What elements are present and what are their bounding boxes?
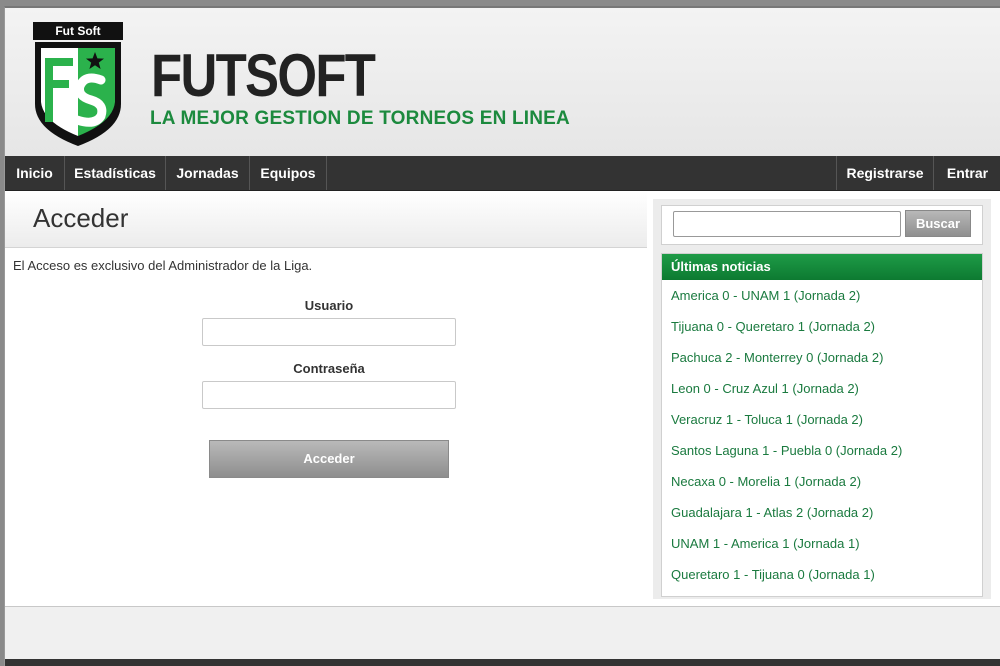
page-header: Acceder: [5, 191, 647, 248]
nav-entrar[interactable]: Entrar: [933, 156, 1000, 190]
logo-text: Fut Soft: [55, 24, 100, 38]
search-button[interactable]: Buscar: [905, 210, 971, 237]
username-label: Usuario: [304, 298, 354, 313]
search-input[interactable]: [673, 211, 901, 237]
news-panel: Últimas noticias America 0 - UNAM 1 (Jor…: [661, 253, 983, 597]
nav-registrarse[interactable]: Registrarse: [836, 156, 933, 190]
intro-text: El Acceso es exclusivo del Administrador…: [13, 258, 313, 273]
news-item[interactable]: Leon 0 - Cruz Azul 1 (Jornada 2): [662, 373, 982, 404]
username-input[interactable]: [202, 318, 456, 346]
news-item[interactable]: Santos Laguna 1 - Puebla 0 (Jornada 2): [662, 435, 982, 466]
news-item[interactable]: Queretaro 1 - Tijuana 0 (Jornada 1): [662, 559, 982, 590]
news-heading: Últimas noticias: [662, 254, 982, 280]
page-title: Acceder: [33, 203, 129, 233]
nav-equipos[interactable]: Equipos: [250, 156, 327, 190]
news-item[interactable]: Necaxa 0 - Morelia 1 (Jornada 2): [662, 466, 982, 497]
password-label: Contraseña: [293, 361, 365, 376]
site-tagline: LA MEJOR GESTION DE TORNEOS EN LINEA: [150, 108, 570, 129]
site-title: FUTSOFT: [151, 42, 376, 109]
sidebar: Buscar Últimas noticias America 0 - UNAM…: [653, 199, 991, 599]
nav-jornadas[interactable]: Jornadas: [166, 156, 250, 190]
news-list: America 0 - UNAM 1 (Jornada 2) Tijuana 0…: [662, 280, 982, 590]
news-item[interactable]: Veracruz 1 - Toluca 1 (Jornada 2): [662, 404, 982, 435]
news-item[interactable]: Guadalajara 1 - Atlas 2 (Jornada 2): [662, 497, 982, 528]
login-button[interactable]: Acceder: [209, 440, 449, 478]
search-box: Buscar: [661, 205, 983, 245]
nav-estadisticas[interactable]: Estadísticas: [65, 156, 166, 190]
bottom-bar: [5, 659, 1000, 666]
password-input[interactable]: [202, 381, 456, 409]
news-item[interactable]: Tijuana 0 - Queretaro 1 (Jornada 2): [662, 311, 982, 342]
news-item[interactable]: America 0 - UNAM 1 (Jornada 2): [662, 280, 982, 311]
main-nav: Inicio Estadísticas Jornadas Equipos Reg…: [5, 156, 1000, 191]
footer: [5, 607, 1000, 659]
news-item[interactable]: Pachuca 2 - Monterrey 0 (Jornada 2): [662, 342, 982, 373]
site-header: Fut Soft FUTSOFT LA MEJOR GESTION DE TOR…: [5, 8, 1000, 156]
browser-viewport: Fut Soft FUTSOFT LA MEJOR GESTION DE TOR…: [4, 6, 1000, 666]
news-item[interactable]: UNAM 1 - America 1 (Jornada 1): [662, 528, 982, 559]
nav-inicio[interactable]: Inicio: [5, 156, 65, 190]
futsoft-logo[interactable]: Fut Soft: [33, 22, 123, 146]
